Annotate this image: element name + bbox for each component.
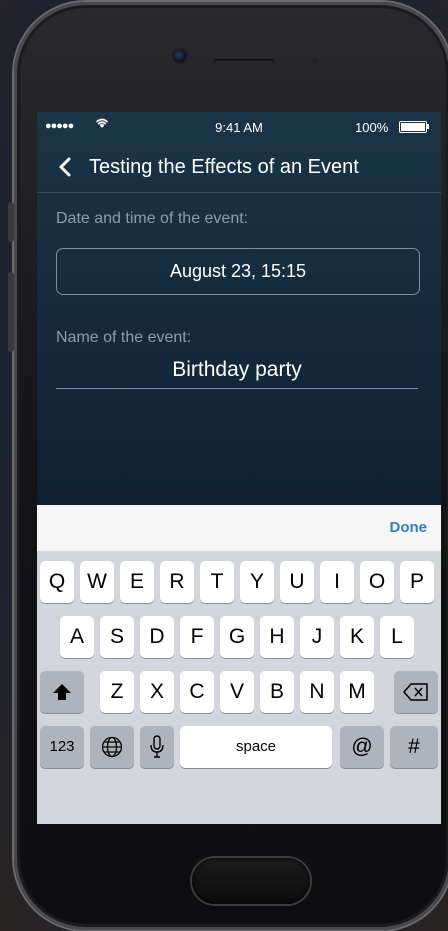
key-u[interactable]: U [280, 561, 314, 603]
proximity-sensor [312, 58, 319, 65]
hash-key[interactable]: # [390, 726, 438, 768]
shift-key[interactable] [40, 671, 84, 713]
key-r[interactable]: R [160, 561, 194, 603]
key-a[interactable]: A [60, 616, 94, 658]
key-m[interactable]: M [340, 671, 374, 713]
battery-percentage: 100% [355, 120, 389, 135]
page-title: Testing the Effects of an Event [89, 156, 359, 178]
battery-icon [399, 121, 427, 133]
key-q[interactable]: Q [40, 561, 74, 603]
dictation-key[interactable] [140, 726, 174, 768]
key-z[interactable]: Z [100, 671, 134, 713]
key-e[interactable]: E [120, 561, 154, 603]
key-t[interactable]: T [200, 561, 234, 603]
front-camera [174, 50, 186, 62]
key-g[interactable]: G [220, 616, 254, 658]
key-v[interactable]: V [220, 671, 254, 713]
globe-key[interactable] [90, 726, 134, 768]
key-n[interactable]: N [300, 671, 334, 713]
keyboard-accessory-bar: Done [37, 505, 441, 551]
key-x[interactable]: X [140, 671, 174, 713]
delete-key[interactable] [394, 671, 438, 713]
volume-down-button [8, 272, 14, 352]
key-f[interactable]: F [180, 616, 214, 658]
volume-up-button [8, 202, 14, 242]
microphone-icon [150, 735, 164, 758]
date-time-field[interactable]: August 23, 15:15 [56, 248, 420, 295]
key-i[interactable]: I [320, 561, 354, 603]
status-bar: ●●●●● 9:41 AM 100% [37, 112, 441, 142]
home-button[interactable] [192, 858, 310, 904]
key-p[interactable]: P [400, 561, 434, 603]
back-chevron-icon[interactable] [55, 155, 77, 179]
shift-arrow-icon [53, 684, 71, 700]
backspace-icon [403, 683, 428, 701]
event-name-input[interactable]: Birthday party [56, 352, 418, 389]
key-j[interactable]: J [300, 616, 334, 658]
key-w[interactable]: W [80, 561, 114, 603]
battery-tip [427, 124, 429, 129]
navigation-bar: Testing the Effects of an Event [37, 142, 441, 193]
date-label: Date and time of the event: [56, 210, 249, 227]
key-h[interactable]: H [260, 616, 294, 658]
key-k[interactable]: K [340, 616, 374, 658]
at-key[interactable]: @ [340, 726, 384, 768]
key-y[interactable]: Y [240, 561, 274, 603]
numbers-key[interactable]: 123 [40, 726, 84, 768]
key-o[interactable]: O [360, 561, 394, 603]
keyboard: Q W E R T Y U I O P A S D F G H J K L Z … [37, 551, 441, 824]
key-l[interactable]: L [380, 616, 414, 658]
space-key[interactable]: space [180, 726, 332, 768]
key-d[interactable]: D [140, 616, 174, 658]
done-button[interactable]: Done [390, 519, 428, 536]
key-c[interactable]: C [180, 671, 214, 713]
key-b[interactable]: B [260, 671, 294, 713]
key-s[interactable]: S [100, 616, 134, 658]
earpiece-speaker [214, 59, 274, 64]
event-name-label: Name of the event: [56, 329, 192, 346]
globe-icon [101, 736, 123, 758]
phone-screen: ●●●●● 9:41 AM 100% Testing the Effects o… [37, 112, 441, 824]
